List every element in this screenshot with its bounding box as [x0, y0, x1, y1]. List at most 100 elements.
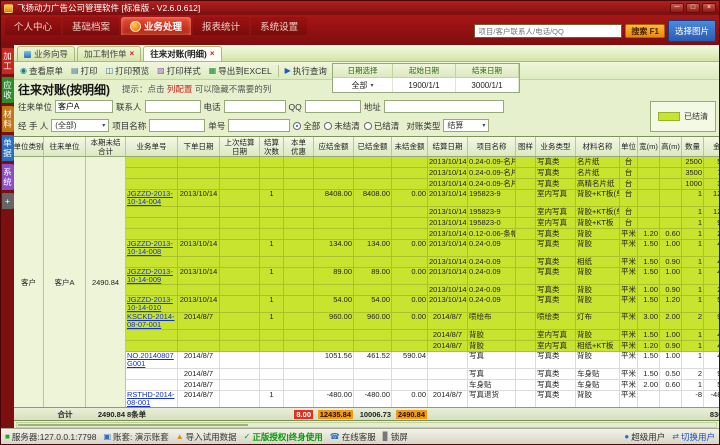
col-header-mat[interactable]: 材料名称: [576, 137, 620, 156]
toolbar-button-打印[interactable]: ▤打印: [67, 64, 102, 78]
order-link[interactable]: NO.20140807G001: [127, 352, 176, 368]
cell-due: 54.00: [314, 296, 354, 313]
table-row[interactable]: 2014/8/7背胶室内写真相纸+KT板平米1.200.90143.20: [126, 341, 719, 352]
table-row[interactable]: JGZZD-2013-10-14-0102013/10/14154.0054.0…: [126, 296, 719, 313]
toolbar: ◉查看原单▤打印◫打印预览▨打印样式▦导出到EXCEL▶执行查询◎定位▥列配置¥…: [14, 62, 719, 80]
doc-tab-往来对账(明细)[interactable]: 往来对账(明细)×: [143, 46, 221, 61]
col-header-disc[interactable]: 本单优惠: [284, 137, 314, 156]
table-row[interactable]: 2013/10/140.24-0.09写真类相纸平米1.500.90140.50: [126, 257, 719, 268]
radio-未结清[interactable]: 未结清: [324, 120, 360, 132]
close-button[interactable]: ×: [702, 3, 716, 13]
col-header-mu[interactable]: 单位: [620, 137, 638, 156]
toolbar-button-执行查询[interactable]: ▶执行查询: [281, 64, 331, 78]
col-header-w[interactable]: 宽(m): [638, 137, 660, 156]
address-input[interactable]: [384, 100, 504, 113]
lock-screen[interactable]: ▊锁屏: [383, 431, 408, 443]
table-row[interactable]: 2014/8/7背胶室内写真背胶平米1.501.00145.00: [126, 330, 719, 341]
order-link[interactable]: JGZZD-2013-10-14-009: [127, 268, 176, 284]
orderno-input[interactable]: [228, 119, 290, 132]
table-row[interactable]: JGZZD-2013-10-14-0082013/10/141134.00134…: [126, 240, 719, 257]
col-header-proj[interactable]: 项目名称: [468, 137, 516, 156]
col-header-lastdate[interactable]: 上次结算日期: [220, 137, 260, 156]
scrollbar-thumb[interactable]: [18, 424, 248, 426]
col-header-no[interactable]: 业务单号: [126, 137, 178, 156]
table-row[interactable]: 2013/10/140.24-0.09-名片写真类名片纸台250050.00: [126, 157, 719, 168]
toolbar-button-查看原单[interactable]: ◉查看原单: [16, 64, 67, 78]
close-tab-icon[interactable]: ×: [210, 50, 215, 58]
phone-input[interactable]: [224, 100, 286, 113]
date-mode-select[interactable]: 全部 ▾: [333, 78, 393, 92]
toolbar-button-打印样式[interactable]: ▨打印样式: [153, 64, 205, 78]
column-config-link[interactable]: 列配置: [167, 84, 193, 94]
table-row[interactable]: 2013/10/140.24-0.09-名片写真类高精名片纸台100035.00: [126, 179, 719, 190]
toolbar-button-打印预览[interactable]: ◫打印预览: [102, 64, 154, 78]
type-select[interactable]: 结算 ▾: [443, 119, 489, 132]
col-header-btype[interactable]: 业务类型: [536, 137, 576, 156]
pick-image-button[interactable]: 选择图片: [668, 20, 716, 42]
side-tab-单据[interactable]: 单据: [2, 135, 14, 161]
project-input[interactable]: [149, 119, 205, 132]
table-row[interactable]: RSTHD-2014-08-0012014/8/71-480.00-480.00…: [126, 391, 719, 407]
col-header-qty[interactable]: 数量: [682, 137, 704, 156]
col-header-odate[interactable]: 下单日期: [178, 137, 220, 156]
search-button[interactable]: 搜索 F1: [625, 24, 665, 38]
col-header-paid[interactable]: 已结金额: [354, 137, 392, 156]
table-row[interactable]: 2013/10/140.12-0.06-条幅写真类背胶平米1.200.60121…: [126, 229, 719, 240]
ribbon-tab-系统设置[interactable]: 系统设置: [251, 17, 307, 35]
cell-mat: 背胶: [576, 296, 620, 313]
end-date-input[interactable]: 3000/1/1: [456, 78, 519, 92]
start-date-input[interactable]: 1900/1/1: [393, 78, 456, 92]
order-link[interactable]: JGZZD-2013-10-14-010: [127, 296, 176, 312]
table-row[interactable]: JGZZD-2013-10-14-0042013/10/1418408.0084…: [126, 190, 719, 207]
radio-全部[interactable]: 全部: [293, 120, 320, 132]
ribbon-tab-个人中心[interactable]: 个人中心: [5, 17, 61, 35]
side-tab-系统[interactable]: 系统: [2, 164, 14, 190]
col-header-h[interactable]: 高(m): [660, 137, 682, 156]
import-demo-data[interactable]: ▲导入试用数据: [176, 431, 237, 443]
col-header-pic[interactable]: 图样: [516, 137, 536, 156]
col-header-total[interactable]: 本期未结合计: [86, 137, 126, 156]
global-search-input[interactable]: [474, 24, 622, 38]
ribbon-tab-业务处理[interactable]: 业务处理: [121, 17, 191, 35]
table-row[interactable]: 2014/8/7写真写真类车身贴平米1.500.50290.00: [126, 369, 719, 380]
table-row[interactable]: 2013/10/140.24-0.09写真类背胶平米1.000.90127.00: [126, 285, 719, 296]
table-row[interactable]: 2013/10/140.24-0.09-名片写真类名片纸台350070.00: [126, 168, 719, 179]
side-tab-+[interactable]: +: [2, 193, 14, 209]
col-header-amt[interactable]: 金额: [704, 137, 719, 156]
unit-input[interactable]: [55, 100, 113, 113]
handler-select[interactable]: (全部) ▾: [51, 119, 109, 132]
col-header-sdate[interactable]: 结算日期: [428, 137, 468, 156]
col-header-cnt[interactable]: 结算次数: [260, 137, 284, 156]
radio-已结清[interactable]: 已结清: [364, 120, 400, 132]
ribbon-tab-基础档案[interactable]: 基础档案: [63, 17, 119, 35]
online-support[interactable]: ☎在线客服: [330, 431, 376, 443]
col-header-unit[interactable]: 往来单位: [44, 137, 86, 156]
col-header-due[interactable]: 应结金额: [314, 137, 354, 156]
order-link[interactable]: JGZZD-2013-10-14-008: [127, 240, 176, 256]
order-link[interactable]: RSTHD-2014-08-001: [127, 391, 176, 407]
side-tab-加工[interactable]: 加工: [2, 48, 14, 74]
col-header-unpaid[interactable]: 未结金额: [392, 137, 428, 156]
horizontal-scrollbar[interactable]: [16, 422, 717, 428]
order-link[interactable]: KSCKD-2014-08-07-001: [127, 313, 176, 329]
side-tab-材料[interactable]: 材料: [2, 106, 14, 132]
maximize-button[interactable]: □: [686, 3, 700, 13]
minimize-button[interactable]: ─: [670, 3, 684, 13]
doc-tab-加工制作单[interactable]: 加工制作单×: [77, 46, 141, 61]
order-link[interactable]: JGZZD-2013-10-14-004: [127, 190, 176, 206]
table-row[interactable]: KSCKD-2014-08-07-0012014/8/71960.00960.0…: [126, 313, 719, 330]
ribbon-tab-报表统计[interactable]: 报表统计: [193, 17, 249, 35]
switch-user[interactable]: ⇄切换用户: [672, 431, 715, 443]
qq-input[interactable]: [305, 100, 361, 113]
close-tab-icon[interactable]: ×: [130, 50, 135, 58]
table-row[interactable]: NO.20140807G0012014/8/71051.56461.52590.…: [126, 352, 719, 369]
contact-input[interactable]: [145, 100, 201, 113]
doc-tab-业务向导[interactable]: 业务向导: [17, 46, 75, 61]
toolbar-button-导出到EXCEL[interactable]: ▦导出到EXCEL: [205, 64, 276, 78]
table-row[interactable]: 2013/10/14195823-0室内写真背胶+KT板台196.00: [126, 218, 719, 229]
col-header-cat[interactable]: 单位类别: [14, 137, 44, 156]
table-row[interactable]: JGZZD-2013-10-14-0092013/10/14189.0089.0…: [126, 268, 719, 285]
table-row[interactable]: 2014/8/7车身贴写真类车身贴平米2.000.60154.00: [126, 380, 719, 391]
table-row[interactable]: 2013/10/14195823-9室内写真背胶+KT板(单面)台1120.00: [126, 207, 719, 218]
side-tab-应收[interactable]: 应收: [2, 77, 14, 103]
